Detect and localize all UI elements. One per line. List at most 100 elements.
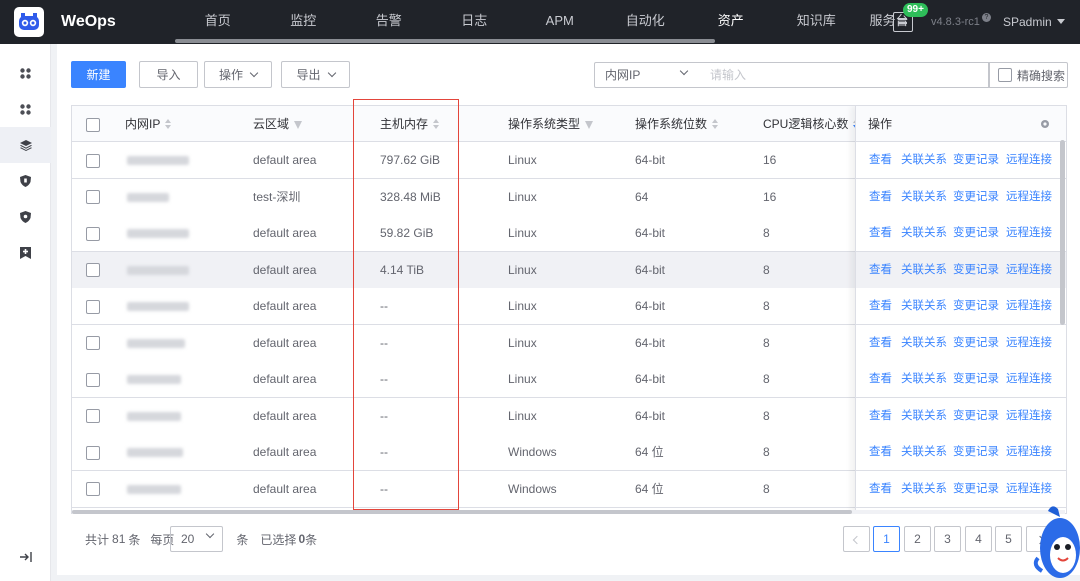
relation-link[interactable]: 关联关系 [901, 215, 947, 251]
collapse-icon[interactable] [0, 539, 51, 575]
nav-scrollbar[interactable] [175, 39, 715, 43]
shield-icon[interactable] [0, 163, 51, 199]
row-checkbox[interactable] [86, 471, 100, 507]
nav-item-log[interactable]: 日志 [432, 0, 518, 44]
grid-icon[interactable] [0, 91, 51, 127]
view-link[interactable]: 查看 [869, 398, 892, 434]
row-checkbox[interactable] [86, 434, 100, 470]
remote-connect-link[interactable]: 远程连接 [1006, 288, 1052, 324]
action-dropdown[interactable]: 操作 [204, 61, 272, 88]
gear-icon[interactable] [1040, 107, 1050, 143]
bookmark-add-icon[interactable] [0, 235, 51, 271]
app-logo-icon[interactable] [14, 7, 44, 37]
relation-link[interactable]: 关联关系 [901, 471, 947, 507]
page-button-1[interactable]: 1 [873, 526, 900, 552]
remote-connect-link[interactable]: 远程连接 [1006, 325, 1052, 361]
nav-item-home[interactable]: 首页 [175, 0, 261, 44]
view-link[interactable]: 查看 [869, 252, 892, 288]
row-checkbox[interactable] [86, 325, 100, 361]
exact-search-toggle[interactable]: 精确搜索 [989, 62, 1068, 88]
exact-search-checkbox[interactable] [998, 68, 1012, 82]
remote-connect-link[interactable]: 远程连接 [1006, 179, 1052, 215]
nav-item-assets[interactable]: 资产 [688, 0, 774, 44]
view-link[interactable]: 查看 [869, 142, 892, 178]
horizontal-scrollbar[interactable] [72, 510, 852, 514]
nav-item-alarm[interactable]: 告警 [346, 0, 432, 44]
view-link[interactable]: 查看 [869, 325, 892, 361]
relation-link[interactable]: 关联关系 [901, 252, 947, 288]
row-checkbox[interactable] [86, 215, 100, 251]
page-button-3[interactable]: 3 [934, 526, 961, 552]
remote-connect-link[interactable]: 远程连接 [1006, 361, 1052, 397]
relation-link[interactable]: 关联关系 [901, 179, 947, 215]
change-log-link[interactable]: 变更记录 [953, 252, 999, 288]
help-icon[interactable]: ? [982, 13, 991, 22]
sort-icon[interactable] [712, 119, 719, 130]
column-header-ip[interactable]: 内网IP [125, 106, 172, 142]
nav-item-automation[interactable]: 自动化 [603, 0, 689, 44]
column-header-cpu[interactable]: CPU逻辑核心数 [763, 106, 860, 142]
row-checkbox[interactable] [86, 142, 100, 178]
column-header-cloud[interactable]: 云区域 [253, 106, 303, 142]
remote-connect-link[interactable]: 远程连接 [1006, 252, 1052, 288]
page-button-5[interactable]: 5 [995, 526, 1022, 552]
select-all-checkbox[interactable] [86, 106, 100, 142]
change-log-link[interactable]: 变更记录 [953, 434, 999, 470]
relation-link[interactable]: 关联关系 [901, 361, 947, 397]
change-log-link[interactable]: 变更记录 [953, 288, 999, 324]
view-link[interactable]: 查看 [869, 215, 892, 251]
nav-item-apm[interactable]: APM [517, 0, 603, 44]
relation-link[interactable]: 关联关系 [901, 398, 947, 434]
view-link[interactable]: 查看 [869, 179, 892, 215]
relation-link[interactable]: 关联关系 [901, 325, 947, 361]
sort-icon[interactable] [165, 119, 172, 130]
row-checkbox[interactable] [86, 252, 100, 288]
row-checkbox[interactable] [86, 361, 100, 397]
layers-icon[interactable] [0, 127, 51, 163]
assistant-mascot-icon[interactable] [1030, 503, 1080, 581]
relation-link[interactable]: 关联关系 [901, 142, 947, 178]
remote-connect-link[interactable]: 远程连接 [1006, 434, 1052, 470]
export-dropdown[interactable]: 导出 [281, 61, 350, 88]
change-log-link[interactable]: 变更记录 [953, 142, 999, 178]
remote-connect-link[interactable]: 远程连接 [1006, 471, 1052, 507]
row-checkbox[interactable] [86, 398, 100, 434]
search-field-label: 内网IP [605, 68, 641, 82]
filter-icon[interactable] [294, 120, 303, 129]
remote-connect-link[interactable]: 远程连接 [1006, 215, 1052, 251]
column-header-os-type[interactable]: 操作系统类型 [508, 106, 594, 142]
relation-link[interactable]: 关联关系 [901, 434, 947, 470]
view-link[interactable]: 查看 [869, 288, 892, 324]
prev-page-button[interactable] [843, 526, 870, 552]
nav-item-monitor[interactable]: 监控 [261, 0, 347, 44]
new-button[interactable]: 新建 [71, 61, 126, 88]
remote-connect-link[interactable]: 远程连接 [1006, 142, 1052, 178]
remote-connect-link[interactable]: 远程连接 [1006, 398, 1052, 434]
chevron-down-icon[interactable] [1057, 19, 1065, 24]
shield-icon[interactable] [0, 199, 51, 235]
change-log-link[interactable]: 变更记录 [953, 179, 999, 215]
page-button-2[interactable]: 2 [904, 526, 931, 552]
search-field-select[interactable]: 内网IP [594, 62, 697, 88]
nav-item-knowledge[interactable]: 知识库 [774, 0, 860, 44]
vertical-scrollbar[interactable] [1060, 140, 1065, 325]
page-button-4[interactable]: 4 [965, 526, 992, 552]
change-log-link[interactable]: 变更记录 [953, 471, 999, 507]
change-log-link[interactable]: 变更记录 [953, 361, 999, 397]
view-link[interactable]: 查看 [869, 434, 892, 470]
filter-icon[interactable] [585, 120, 594, 129]
user-menu[interactable]: SPadmin [1003, 15, 1052, 29]
page-size-select[interactable]: 20 [170, 526, 223, 552]
change-log-link[interactable]: 变更记录 [953, 325, 999, 361]
change-log-link[interactable]: 变更记录 [953, 215, 999, 251]
view-link[interactable]: 查看 [869, 361, 892, 397]
relation-link[interactable]: 关联关系 [901, 288, 947, 324]
search-input[interactable] [696, 62, 989, 88]
row-checkbox[interactable] [86, 288, 100, 324]
view-link[interactable]: 查看 [869, 471, 892, 507]
column-header-os-bits[interactable]: 操作系统位数 [635, 106, 719, 142]
change-log-link[interactable]: 变更记录 [953, 398, 999, 434]
row-checkbox[interactable] [86, 179, 100, 215]
import-button[interactable]: 导入 [139, 61, 198, 88]
grid-icon[interactable] [0, 55, 51, 91]
